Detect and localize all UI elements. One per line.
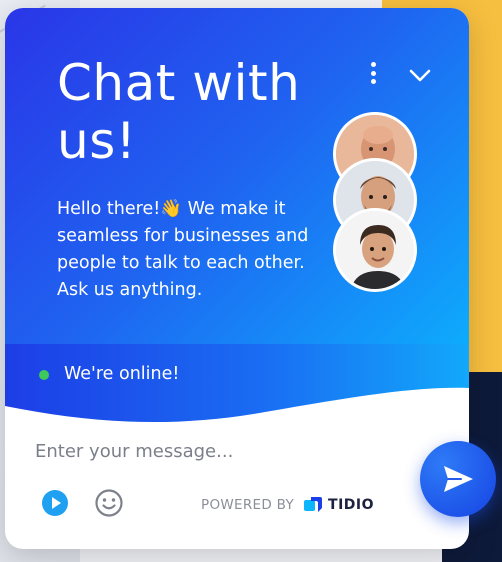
message-input[interactable] <box>35 436 415 466</box>
chat-widget: Chat with us! Hello there!👋 We make it s… <box>5 8 469 549</box>
play-circle-icon <box>42 490 68 516</box>
agent-avatars <box>333 112 423 302</box>
emoji-button[interactable] <box>94 488 124 518</box>
minimize-button[interactable] <box>406 63 434 87</box>
paper-plane-icon <box>444 466 473 492</box>
brand-name: TIDIO <box>328 497 375 513</box>
more-options-button[interactable] <box>362 58 384 88</box>
avatar <box>333 208 417 292</box>
header-wave <box>5 387 469 438</box>
attach-button[interactable] <box>41 489 69 517</box>
chevron-down-icon <box>409 69 431 82</box>
powered-by[interactable]: POWERED BY TIDIO <box>201 494 374 516</box>
smiley-icon <box>95 489 123 517</box>
send-button[interactable] <box>420 441 496 517</box>
chat-title: Chat with us! <box>57 54 301 170</box>
greeting-message: Hello there!👋 We make it seamless for bu… <box>57 199 309 300</box>
more-vertical-icon <box>370 62 376 67</box>
powered-by-label: POWERED BY <box>201 497 295 513</box>
tidio-logo-icon <box>304 497 323 512</box>
